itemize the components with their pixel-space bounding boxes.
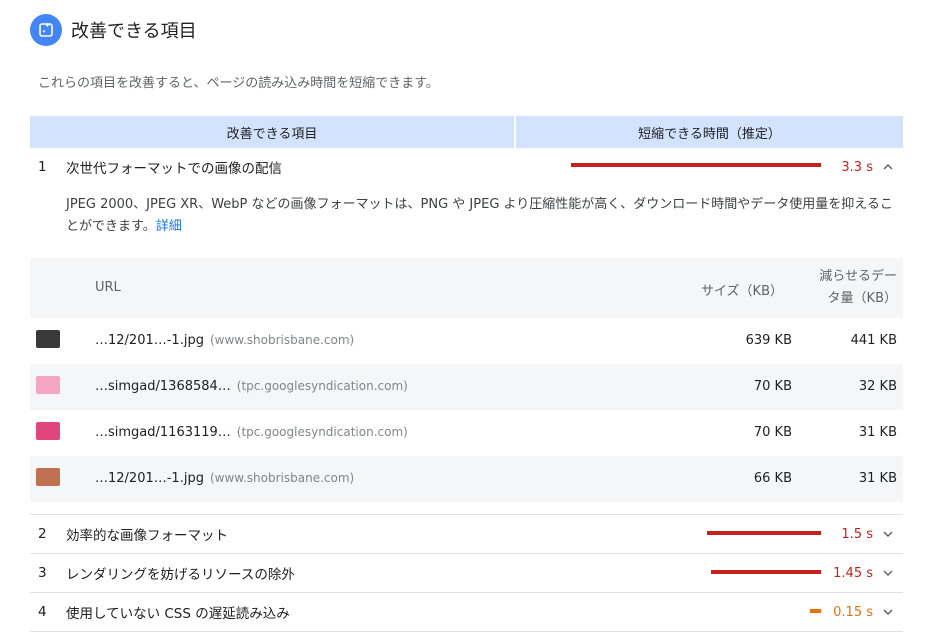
- table-header: 改善できる項目 短縮できる時間（推定）: [30, 116, 903, 148]
- audit-row-efficient-images[interactable]: 2 効率的な画像フォーマット 1.5 s: [30, 518, 903, 550]
- audit-row-next-gen-images[interactable]: 1 次世代フォーマットでの画像の配信 3.3 s: [30, 152, 903, 182]
- column-header-savings: 短縮できる時間（推定）: [516, 116, 903, 148]
- resource-savings: 441 KB: [850, 333, 897, 348]
- savings-bar: [571, 163, 821, 167]
- resource-savings: 31 KB: [858, 425, 897, 440]
- column-header-potential-savings: 減らせるデータ量（KB）: [819, 269, 897, 306]
- savings-bar: [707, 531, 821, 535]
- audit-row-unused-css[interactable]: 4 使用していない CSS の遅延読み込み 0.15 s: [30, 596, 903, 628]
- audit-number: 4: [38, 604, 47, 620]
- resource-host: (tpc.googlesyndication.com): [236, 379, 408, 393]
- section-header: 改善できる項目: [30, 13, 197, 47]
- table-row[interactable]: …simgad/1368584… (tpc.googlesyndication.c…: [30, 364, 903, 410]
- resource-host: (www.shobrisbane.com): [209, 333, 355, 347]
- resource-size: 70 KB: [753, 425, 792, 440]
- audit-number: 3: [38, 565, 47, 581]
- savings-value: 0.15 s: [833, 604, 873, 620]
- audit-title: レンダリングを妨げるリソースの除外: [66, 567, 295, 583]
- resource-size: 66 KB: [753, 471, 792, 486]
- audit-row-render-blocking[interactable]: 3 レンダリングを妨げるリソースの除外 1.45 s: [30, 557, 903, 589]
- audit-detail: JPEG 2000、JPEG XR、WebP などの画像フォーマットは、PNG …: [66, 194, 896, 238]
- audit-number: 1: [38, 159, 47, 175]
- audit-detail-text: JPEG 2000、JPEG XR、WebP などの画像フォーマットは、PNG …: [66, 197, 893, 234]
- table-row[interactable]: …simgad/1163119… (tpc.googlesyndication.c…: [30, 410, 903, 456]
- section-title: 改善できる項目: [71, 21, 197, 42]
- table-row[interactable]: …12/201…-1.jpg (www.shobrisbane.com) 639 …: [30, 318, 903, 364]
- chevron-down-icon[interactable]: [881, 566, 895, 580]
- resource-url[interactable]: …simgad/1368584…: [95, 379, 231, 394]
- section-description: これらの項目を改善すると、ページの読み込み時間を短縮できます。: [38, 76, 439, 91]
- resource-savings: 31 KB: [858, 471, 897, 486]
- audit-title: 効率的な画像フォーマット: [66, 528, 228, 544]
- insight-icon: [30, 14, 62, 46]
- audit-title: 使用していない CSS の遅延読み込み: [66, 606, 290, 622]
- image-thumbnail: [36, 468, 60, 486]
- row-divider: [30, 631, 903, 632]
- chevron-down-icon[interactable]: [881, 605, 895, 619]
- resource-size: 639 KB: [745, 333, 792, 348]
- resource-url[interactable]: …12/201…-1.jpg: [95, 471, 204, 486]
- audit-number: 2: [38, 526, 47, 542]
- image-thumbnail: [36, 376, 60, 394]
- resource-url[interactable]: …simgad/1163119…: [95, 425, 231, 440]
- column-header-size: サイズ（KB）: [700, 284, 783, 299]
- resource-size: 70 KB: [753, 379, 792, 394]
- resource-table: URL サイズ（KB） 減らせるデータ量（KB） …12/201…-1.jpg (…: [30, 258, 903, 502]
- chevron-down-icon[interactable]: [881, 527, 895, 541]
- column-header-item: 改善できる項目: [30, 116, 514, 148]
- image-thumbnail: [36, 330, 60, 348]
- row-divider: [30, 553, 903, 554]
- savings-value: 3.3 s: [841, 159, 873, 175]
- resource-url[interactable]: …12/201…-1.jpg: [95, 333, 204, 348]
- savings-bar: [711, 570, 821, 574]
- learn-more-link[interactable]: 詳細: [156, 219, 182, 234]
- chevron-up-icon[interactable]: [881, 160, 895, 174]
- row-divider: [30, 592, 903, 593]
- savings-bar: [810, 609, 821, 613]
- table-row[interactable]: …12/201…-1.jpg (www.shobrisbane.com) 66 K…: [30, 456, 903, 502]
- image-thumbnail: [36, 422, 60, 440]
- savings-value: 1.45 s: [833, 565, 873, 581]
- resource-table-header: URL サイズ（KB） 減らせるデータ量（KB）: [30, 258, 903, 318]
- resource-host: (www.shobrisbane.com): [209, 471, 355, 485]
- row-divider: [30, 514, 903, 515]
- savings-value: 1.5 s: [841, 526, 873, 542]
- resource-host: (tpc.googlesyndication.com): [236, 425, 408, 439]
- column-header-url: URL: [95, 280, 121, 295]
- resource-savings: 32 KB: [858, 379, 897, 394]
- audit-title: 次世代フォーマットでの画像の配信: [66, 161, 282, 177]
